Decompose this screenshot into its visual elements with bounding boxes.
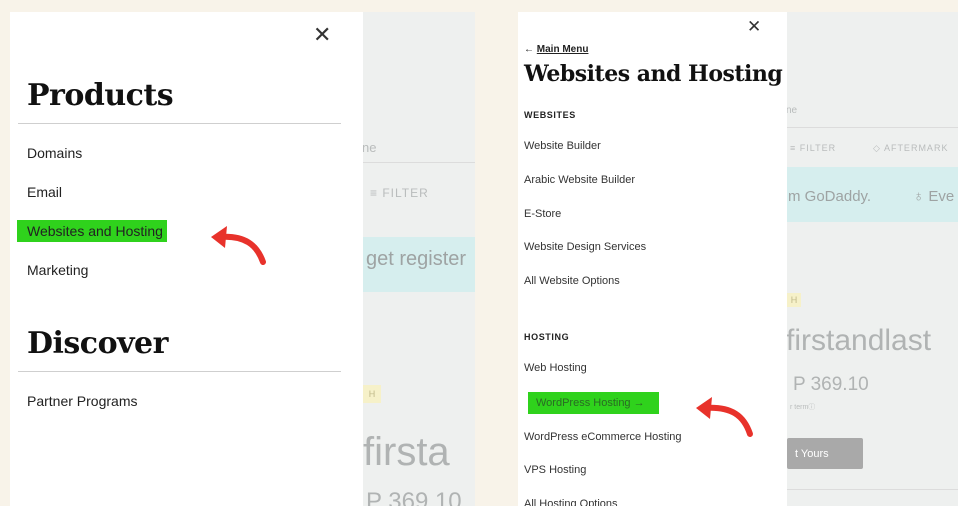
flame-icon: ♁: [913, 188, 929, 205]
submenu-title: Websites and Hosting: [524, 61, 783, 87]
products-heading: Products: [27, 78, 174, 113]
bg-divider: [787, 127, 958, 128]
bg-divider-2: [787, 489, 958, 490]
submenu-item-website-design-services[interactable]: Website Design Services: [524, 241, 646, 253]
menu-item-marketing[interactable]: Marketing: [27, 262, 88, 278]
bg-get-yours-button: t Yours: [787, 438, 863, 469]
back-to-main-menu-link[interactable]: ← Main Menu: [524, 44, 588, 55]
submenu-item-web-hosting[interactable]: Web Hosting: [524, 362, 587, 374]
bg-price: P 369.10: [366, 488, 462, 506]
bg-aftermarket-button: ◇ AFTERMARK: [873, 143, 949, 153]
bg-band-text-2: ♁ Eve: [913, 188, 955, 205]
submenu-item-website-builder[interactable]: Website Builder: [524, 140, 601, 152]
products-divider: [18, 123, 341, 124]
bg-band-text: get register: [366, 248, 467, 270]
hosting-section-label: HOSTING: [524, 332, 570, 342]
filter-icon: ≡: [370, 186, 383, 200]
bg-band-text-1: m GoDaddy.: [788, 188, 872, 205]
submenu-item-vps-hosting[interactable]: VPS Hosting: [524, 464, 586, 476]
bg-filter-button: ≡ FILTER: [370, 186, 429, 200]
close-icon[interactable]: ✕: [747, 18, 761, 35]
bg-term-text: r termⓘ: [790, 404, 816, 411]
bg-divider: [363, 162, 475, 163]
annotation-arrow-icon: [696, 397, 753, 437]
discover-heading: Discover: [27, 326, 168, 361]
menu-item-email[interactable]: Email: [27, 184, 62, 200]
submenu-item-wordpress-ecommerce-hosting[interactable]: WordPress eCommerce Hosting: [524, 431, 682, 443]
close-icon[interactable]: ✕: [313, 24, 331, 46]
submenu-item-e-store[interactable]: E-Store: [524, 208, 561, 220]
discover-divider: [18, 371, 341, 372]
left-screenshot: ne ≡ FILTER get register H firsta P 369.…: [10, 12, 475, 506]
tag-icon: ◇: [873, 143, 884, 153]
right-nav-menu-panel: ✕ ← Main Menu Websites and Hosting WEBSI…: [518, 12, 787, 506]
arrow-left-icon: ←: [524, 44, 534, 55]
bg-badge: H: [363, 385, 381, 403]
filter-icon: ≡: [790, 143, 800, 153]
submenu-item-all-hosting-options[interactable]: All Hosting Options: [524, 498, 618, 506]
info-icon: ⓘ: [808, 404, 816, 411]
menu-item-websites-and-hosting[interactable]: Websites and Hosting: [17, 220, 167, 242]
menu-item-partner-programs[interactable]: Partner Programs: [27, 393, 137, 409]
bg-filter-button: ≡ FILTER: [790, 143, 837, 153]
submenu-item-all-website-options[interactable]: All Website Options: [524, 275, 620, 287]
menu-item-domains[interactable]: Domains: [27, 145, 82, 161]
websites-section-label: WEBSITES: [524, 110, 576, 120]
left-nav-menu-panel: ✕ Products Domains Email Websites and Ho…: [10, 12, 363, 506]
bg-price: P 369.10: [793, 374, 869, 395]
right-screenshot: ne ≡ FILTER ◇ AFTERMARK m GoDaddy. ♁ Eve…: [518, 12, 958, 506]
annotation-arrow-icon: [211, 226, 266, 265]
bg-domain-name: firsta: [363, 430, 450, 474]
bg-search-text: ne: [786, 105, 798, 116]
bg-badge: H: [787, 293, 801, 307]
bg-domain-name: firstandlast: [786, 324, 932, 357]
submenu-item-wordpress-hosting[interactable]: WordPress Hosting →: [528, 392, 659, 414]
bg-search-text: ne: [362, 140, 377, 155]
submenu-item-arabic-website-builder[interactable]: Arabic Website Builder: [524, 174, 635, 186]
